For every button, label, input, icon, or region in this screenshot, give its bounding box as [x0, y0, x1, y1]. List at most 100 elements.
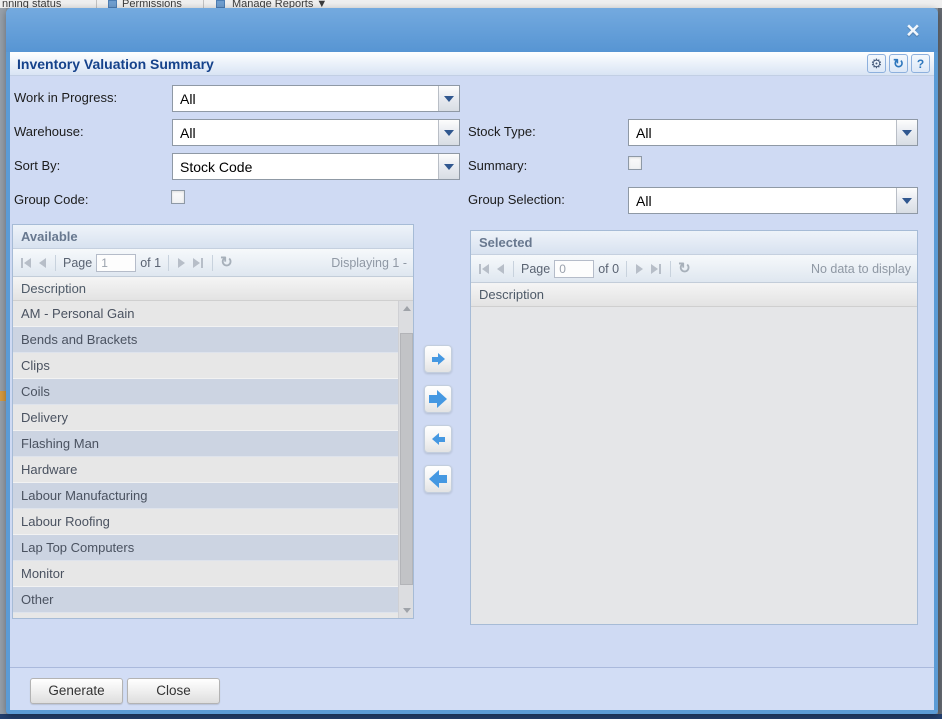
add-selected-button[interactable]: [424, 345, 452, 373]
arrow-right-icon: [429, 390, 447, 408]
warehouse-combo[interactable]: All: [172, 119, 460, 146]
chevron-down-icon: [444, 164, 454, 170]
chevron-down-icon: [444, 130, 454, 136]
available-paging-toolbar: Page of 1 ↻ Displaying 1 -: [13, 249, 413, 277]
background-toolbar: nning status Permissions Manage Reports …: [0, 0, 942, 8]
work-in-progress-label: Work in Progress:: [14, 90, 117, 106]
first-page-button[interactable]: [19, 256, 33, 270]
summary-checkbox[interactable]: [628, 156, 642, 170]
next-page-icon: [178, 258, 185, 268]
chevron-down-icon: [902, 130, 912, 136]
available-grid: AM - Personal Gain Bends and Brackets Cl…: [13, 301, 398, 618]
paging-status: No data to display: [811, 262, 911, 276]
description-column-header[interactable]: Description: [13, 277, 413, 301]
dropdown-trigger[interactable]: [438, 154, 459, 179]
prev-page-button[interactable]: [495, 262, 506, 276]
list-item[interactable]: Bends and Brackets: [13, 327, 398, 353]
list-item[interactable]: AM - Personal Gain: [13, 301, 398, 327]
tab-separator: [203, 0, 204, 8]
add-all-button[interactable]: [424, 385, 452, 413]
dialog-header: ×: [6, 8, 938, 52]
settings-icon: ⚙: [871, 56, 883, 72]
available-panel-header: Available: [13, 225, 413, 249]
background-bottom-edge: [0, 714, 942, 719]
prev-page-button[interactable]: [37, 256, 48, 270]
next-page-button[interactable]: [176, 256, 187, 270]
summary-label: Summary:: [468, 158, 527, 174]
first-page-icon: [24, 258, 31, 268]
scroll-down-icon[interactable]: [399, 603, 414, 618]
group-code-checkbox[interactable]: [171, 190, 185, 204]
inventory-valuation-dialog: × Inventory Valuation Summary ⚙ ↻ ? Work…: [6, 8, 938, 714]
dialog-body: Inventory Valuation Summary ⚙ ↻ ? Work i…: [10, 52, 934, 710]
close-icon[interactable]: ×: [902, 20, 924, 42]
warehouse-label: Warehouse:: [14, 124, 84, 140]
page-number-input[interactable]: [554, 260, 594, 278]
sort-by-value: Stock Code: [173, 154, 438, 179]
work-in-progress-value: All: [173, 86, 438, 111]
stock-type-value: All: [629, 120, 896, 145]
generate-button[interactable]: Generate: [30, 678, 123, 704]
remove-selected-button[interactable]: [424, 425, 452, 453]
help-button[interactable]: ?: [911, 54, 930, 73]
list-item[interactable]: Monitor: [13, 561, 398, 587]
list-item[interactable]: Other: [13, 587, 398, 613]
page-title: Inventory Valuation Summary: [17, 56, 214, 72]
page-of-label: of 0: [598, 262, 619, 276]
last-page-icon: [193, 258, 200, 268]
next-page-button[interactable]: [634, 262, 645, 276]
scrollbar-thumb[interactable]: [400, 333, 413, 585]
list-item[interactable]: Labour Manufacturing: [13, 483, 398, 509]
settings-button[interactable]: ⚙: [867, 54, 886, 73]
sort-by-combo[interactable]: Stock Code: [172, 153, 460, 180]
arrow-left-icon: [432, 433, 445, 445]
list-item[interactable]: Hardware: [13, 457, 398, 483]
background-tab-manage-reports: Manage Reports ▼: [232, 0, 327, 8]
scroll-up-icon[interactable]: [399, 301, 414, 316]
dialog-footer: Generate Close: [10, 667, 934, 710]
group-selection-value: All: [629, 188, 896, 213]
dropdown-trigger[interactable]: [438, 86, 459, 111]
prev-page-icon: [39, 258, 46, 268]
tab-separator: [96, 0, 97, 8]
chevron-down-icon: [902, 198, 912, 204]
paging-status: Displaying 1 -: [331, 256, 407, 270]
next-page-icon: [636, 264, 643, 274]
work-in-progress-combo[interactable]: All: [172, 85, 460, 112]
dropdown-trigger[interactable]: [438, 120, 459, 145]
list-item[interactable]: Labour Roofing: [13, 509, 398, 535]
reports-icon: [216, 0, 225, 8]
title-tools: ⚙ ↻ ?: [867, 54, 930, 73]
background-tab-permissions: Permissions: [122, 0, 182, 8]
prev-page-icon: [497, 264, 504, 274]
list-item[interactable]: Flashing Man: [13, 431, 398, 457]
refresh-icon[interactable]: ↻: [220, 256, 233, 270]
selected-paging-toolbar: Page of 0 ↻ No data to display: [471, 255, 917, 283]
list-item[interactable]: Coils: [13, 379, 398, 405]
stock-type-label: Stock Type:: [468, 124, 536, 140]
list-item[interactable]: Clips: [13, 353, 398, 379]
page-number-input[interactable]: [96, 254, 136, 272]
refresh-button[interactable]: ↻: [889, 54, 908, 73]
group-selection-combo[interactable]: All: [628, 187, 918, 214]
list-item[interactable]: Lap Top Computers: [13, 535, 398, 561]
description-column-header[interactable]: Description: [471, 283, 917, 307]
background-right-edge: [938, 8, 942, 719]
title-bar: Inventory Valuation Summary ⚙ ↻ ?: [10, 52, 934, 76]
background-tab-status: nning status: [2, 0, 61, 8]
permissions-icon: [108, 0, 117, 8]
remove-all-button[interactable]: [424, 465, 452, 493]
stock-type-combo[interactable]: All: [628, 119, 918, 146]
last-page-button[interactable]: [191, 256, 205, 270]
dropdown-trigger[interactable]: [896, 120, 917, 145]
dropdown-trigger[interactable]: [896, 188, 917, 213]
first-page-button[interactable]: [477, 262, 491, 276]
list-item[interactable]: Delivery: [13, 405, 398, 431]
last-page-button[interactable]: [649, 262, 663, 276]
scrollbar[interactable]: [398, 301, 413, 618]
help-icon: ?: [917, 57, 924, 71]
selected-panel-title: Selected: [479, 235, 532, 250]
close-button[interactable]: Close: [127, 678, 220, 704]
selected-panel-header: Selected: [471, 231, 917, 255]
refresh-icon[interactable]: ↻: [678, 262, 691, 276]
